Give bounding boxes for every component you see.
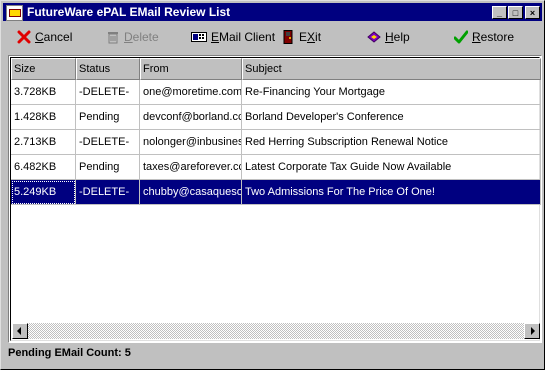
pending-count-label: Pending EMail Count: — [8, 347, 122, 359]
red-x-icon — [17, 30, 31, 44]
column-header-size[interactable]: Size — [11, 58, 76, 80]
table-row[interactable]: 3.728KB -DELETE- one@moretime.com Re-Fin… — [11, 80, 541, 105]
cell-status: -DELETE- — [76, 80, 140, 105]
email-client-button[interactable]: E Mail Client — [191, 29, 275, 45]
cell-subject: Latest Corporate Tax Guide Now Available — [242, 155, 541, 180]
cancel-label: ancel — [43, 30, 73, 44]
window-title: FutureWare ePAL EMail Review List — [27, 5, 231, 19]
help-mnemonic: H — [385, 30, 394, 44]
cell-from: devconf@borland.cc — [140, 105, 242, 130]
cell-size: 6.482KB — [11, 155, 76, 180]
maximize-button[interactable]: □ — [508, 6, 523, 19]
computer-icon — [191, 30, 207, 44]
table-row-selected[interactable]: 5.249KB -DELETE- chubby@casaqueso Two Ad… — [11, 180, 541, 205]
cancel-button[interactable]: Cancel — [17, 29, 72, 45]
restore-label: estore — [480, 30, 515, 44]
door-icon — [281, 30, 295, 44]
close-button[interactable]: × — [525, 6, 540, 19]
delete-label: elete — [132, 30, 159, 44]
trash-can-icon — [106, 30, 120, 44]
delete-button[interactable]: Delete — [106, 29, 159, 45]
cell-subject: Re-Financing Your Mortgage — [242, 80, 541, 105]
delete-mnemonic: D — [124, 30, 133, 44]
table-row[interactable]: 1.428KB Pending devconf@borland.cc Borla… — [11, 105, 541, 130]
cell-from: nolonger@inbusines — [140, 130, 242, 155]
email-list-grid[interactable]: Size Status From Subject 3.728KB -DELETE… — [8, 55, 542, 343]
book-icon — [367, 30, 381, 44]
restore-button[interactable]: Restore — [453, 29, 515, 45]
column-header-subject[interactable]: Subject — [242, 58, 541, 80]
pending-count-value: 5 — [124, 347, 131, 359]
arrow-left-icon — [17, 327, 21, 335]
cell-from: one@moretime.com — [140, 80, 242, 105]
status-bar: Pending EMail Count: 5 — [8, 347, 131, 359]
table-row[interactable]: 2.713KB -DELETE- nolonger@inbusines Red … — [11, 130, 541, 155]
title-bar[interactable]: FutureWare ePAL EMail Review List _ □ × — [3, 3, 542, 21]
cell-status: Pending — [76, 105, 140, 130]
cell-status: -DELETE- — [76, 180, 140, 205]
app-window: FutureWare ePAL EMail Review List _ □ × … — [0, 0, 545, 370]
cell-subject: Red Herring Subscription Renewal Notice — [242, 130, 541, 155]
exit-label: it — [315, 30, 322, 44]
horizontal-scrollbar[interactable] — [12, 323, 540, 339]
table-row[interactable]: 6.482KB Pending taxes@areforever.cc Late… — [11, 155, 541, 180]
cell-size: 5.249KB — [11, 180, 76, 205]
green-check-icon — [453, 30, 469, 44]
cell-size: 1.428KB — [11, 105, 76, 130]
restore-mnemonic: R — [472, 30, 481, 44]
toolbar: Cancel Delete E Mail Client E Xit H elp … — [3, 23, 542, 51]
cell-from: chubby@casaqueso — [140, 180, 242, 205]
app-icon[interactable] — [6, 5, 23, 21]
arrow-right-icon — [531, 327, 535, 335]
email-client-mnemonic: E — [211, 30, 220, 44]
help-button[interactable]: Help — [367, 29, 410, 45]
cell-size: 3.728KB — [11, 80, 76, 105]
column-header-status[interactable]: Status — [76, 58, 140, 80]
cell-status: -DELETE- — [76, 130, 140, 155]
column-header-from[interactable]: From — [140, 58, 242, 80]
scroll-right-button[interactable] — [524, 323, 540, 339]
cell-subject: Two Admissions For The Price Of One! — [242, 180, 541, 205]
cell-status: Pending — [76, 155, 140, 180]
cancel-mnemonic: C — [35, 30, 44, 44]
minimize-button[interactable]: _ — [492, 6, 507, 19]
cell-from: taxes@areforever.cc — [140, 155, 242, 180]
cell-size: 2.713KB — [11, 130, 76, 155]
cell-subject: Borland Developer's Conference — [242, 105, 541, 130]
help-label: elp — [393, 30, 410, 44]
exit-prefix: E — [299, 30, 308, 44]
scroll-left-button[interactable] — [12, 323, 28, 339]
exit-button[interactable]: E Xit — [281, 29, 321, 45]
exit-mnemonic: X — [307, 30, 316, 44]
email-list-body: Size Status From Subject 3.728KB -DELETE… — [10, 57, 541, 341]
email-client-label: Mail Client — [219, 30, 276, 44]
